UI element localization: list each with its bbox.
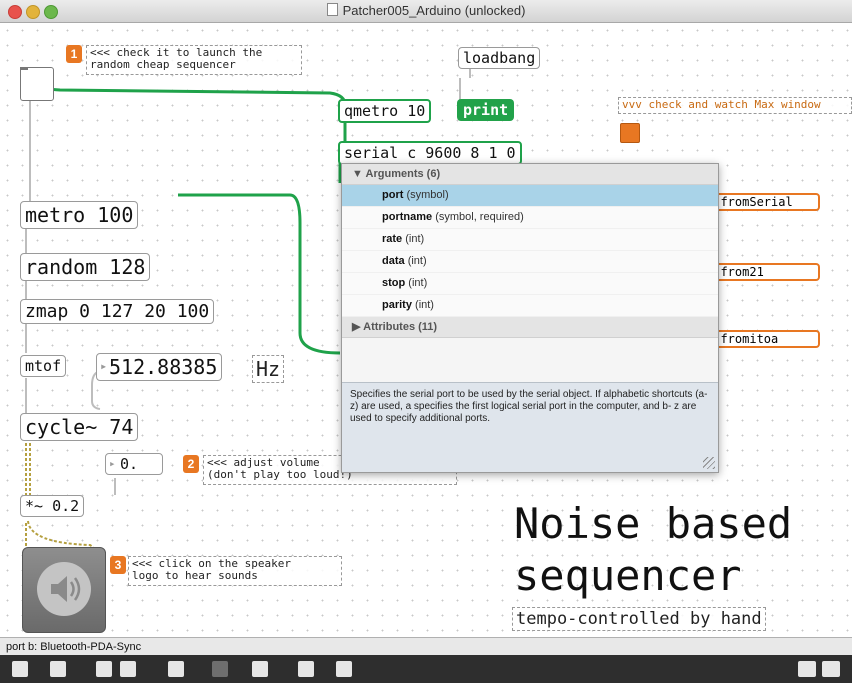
argument-row[interactable]: data (int) bbox=[342, 251, 718, 273]
comment-launch-sequencer: <<< check it to launch the random cheap … bbox=[86, 45, 302, 75]
sidebar-toggle-icon[interactable] bbox=[822, 661, 840, 677]
presentation-icon[interactable] bbox=[50, 661, 66, 677]
disclosure-down-icon: ▼ bbox=[352, 168, 363, 180]
title-line-2: sequencer bbox=[514, 551, 742, 600]
mtof-object[interactable]: mtof bbox=[20, 355, 67, 377]
new-object-icon[interactable] bbox=[96, 661, 112, 677]
volume-value: 0. bbox=[120, 455, 139, 473]
cycle-object[interactable]: cycle~ 74 bbox=[20, 413, 139, 441]
window-title-text: Patcher005_Arduino (unlocked) bbox=[342, 3, 526, 18]
frequency-value: 512.88385 bbox=[109, 355, 218, 379]
inspector-icon[interactable] bbox=[252, 661, 268, 677]
speaker-dac-button[interactable] bbox=[22, 547, 106, 633]
bottom-toolbar bbox=[0, 655, 852, 683]
window-title: Patcher005_Arduino (unlocked) bbox=[0, 3, 852, 18]
status-bar: port b: Bluetooth-PDA-Sync bbox=[0, 637, 852, 655]
title-line-1: Noise based bbox=[514, 499, 793, 548]
hz-label: Hz bbox=[252, 355, 285, 383]
disclosure-right-icon: ▶ bbox=[352, 321, 361, 333]
speaker-icon bbox=[37, 562, 91, 616]
lock-icon[interactable] bbox=[12, 661, 28, 677]
print-object[interactable]: print bbox=[457, 99, 515, 121]
reference-popup: ▼ Arguments (6) port (symbol) portname (… bbox=[341, 163, 719, 473]
volume-number-box[interactable]: ▸ 0. bbox=[105, 453, 163, 475]
clear-icon[interactable] bbox=[168, 661, 184, 677]
multiply-signal-object[interactable]: *~ 0.2 bbox=[20, 495, 85, 517]
argument-description: Specifies the serial port to be used by … bbox=[342, 382, 718, 472]
argument-row[interactable]: portname (symbol, required) bbox=[342, 207, 718, 229]
number-arrow-icon: ▸ bbox=[100, 359, 108, 373]
info-icon[interactable] bbox=[212, 661, 228, 677]
comment-max-window: vvv check and watch Max window bbox=[618, 97, 852, 114]
resize-grip-icon[interactable] bbox=[703, 457, 715, 469]
qmetro-object[interactable]: qmetro 10 bbox=[338, 99, 432, 123]
patcher-canvas[interactable]: 1 <<< check it to launch the random chea… bbox=[0, 23, 852, 637]
toggle-inlet bbox=[20, 67, 28, 70]
argument-row[interactable]: port (symbol) bbox=[342, 185, 718, 207]
object-box-icon[interactable] bbox=[120, 661, 136, 677]
subtitle-comment: tempo-controlled by hand bbox=[512, 607, 766, 631]
attributes-header[interactable]: ▶ Attributes (11) bbox=[342, 317, 718, 338]
arguments-header[interactable]: ▼ Arguments (6) bbox=[342, 164, 718, 185]
step-badge-3: 3 bbox=[110, 556, 126, 574]
settings-icon[interactable] bbox=[336, 661, 352, 677]
zmap-object[interactable]: zmap 0 127 20 100 bbox=[20, 299, 215, 324]
sequencer-toggle[interactable] bbox=[20, 67, 54, 101]
frequency-number-box[interactable]: ▸ 512.88385 bbox=[96, 353, 223, 381]
step-badge-1: 1 bbox=[66, 45, 82, 63]
loadbang-object[interactable]: loadbang bbox=[458, 47, 541, 69]
title-bar: Patcher005_Arduino (unlocked) bbox=[0, 0, 852, 23]
grid-icon[interactable] bbox=[298, 661, 314, 677]
metro-object[interactable]: metro 100 bbox=[20, 201, 139, 229]
split-view-icon[interactable] bbox=[798, 661, 816, 677]
comment-click-speaker: <<< click on the speaker logo to hear so… bbox=[128, 556, 342, 586]
argument-row[interactable]: stop (int) bbox=[342, 273, 718, 295]
random-object[interactable]: random 128 bbox=[20, 253, 151, 281]
number-arrow-icon: ▸ bbox=[109, 457, 116, 470]
argument-row[interactable]: rate (int) bbox=[342, 229, 718, 251]
step-badge-2: 2 bbox=[183, 455, 199, 473]
bang-button[interactable] bbox=[620, 123, 640, 143]
cord-toggle-qmetro bbox=[28, 79, 347, 106]
argument-row[interactable]: parity (int) bbox=[342, 295, 718, 317]
cord-metro-serial bbox=[178, 193, 341, 355]
document-icon bbox=[326, 3, 338, 16]
serial-object[interactable]: serial c 9600 8 1 0 bbox=[338, 141, 522, 165]
